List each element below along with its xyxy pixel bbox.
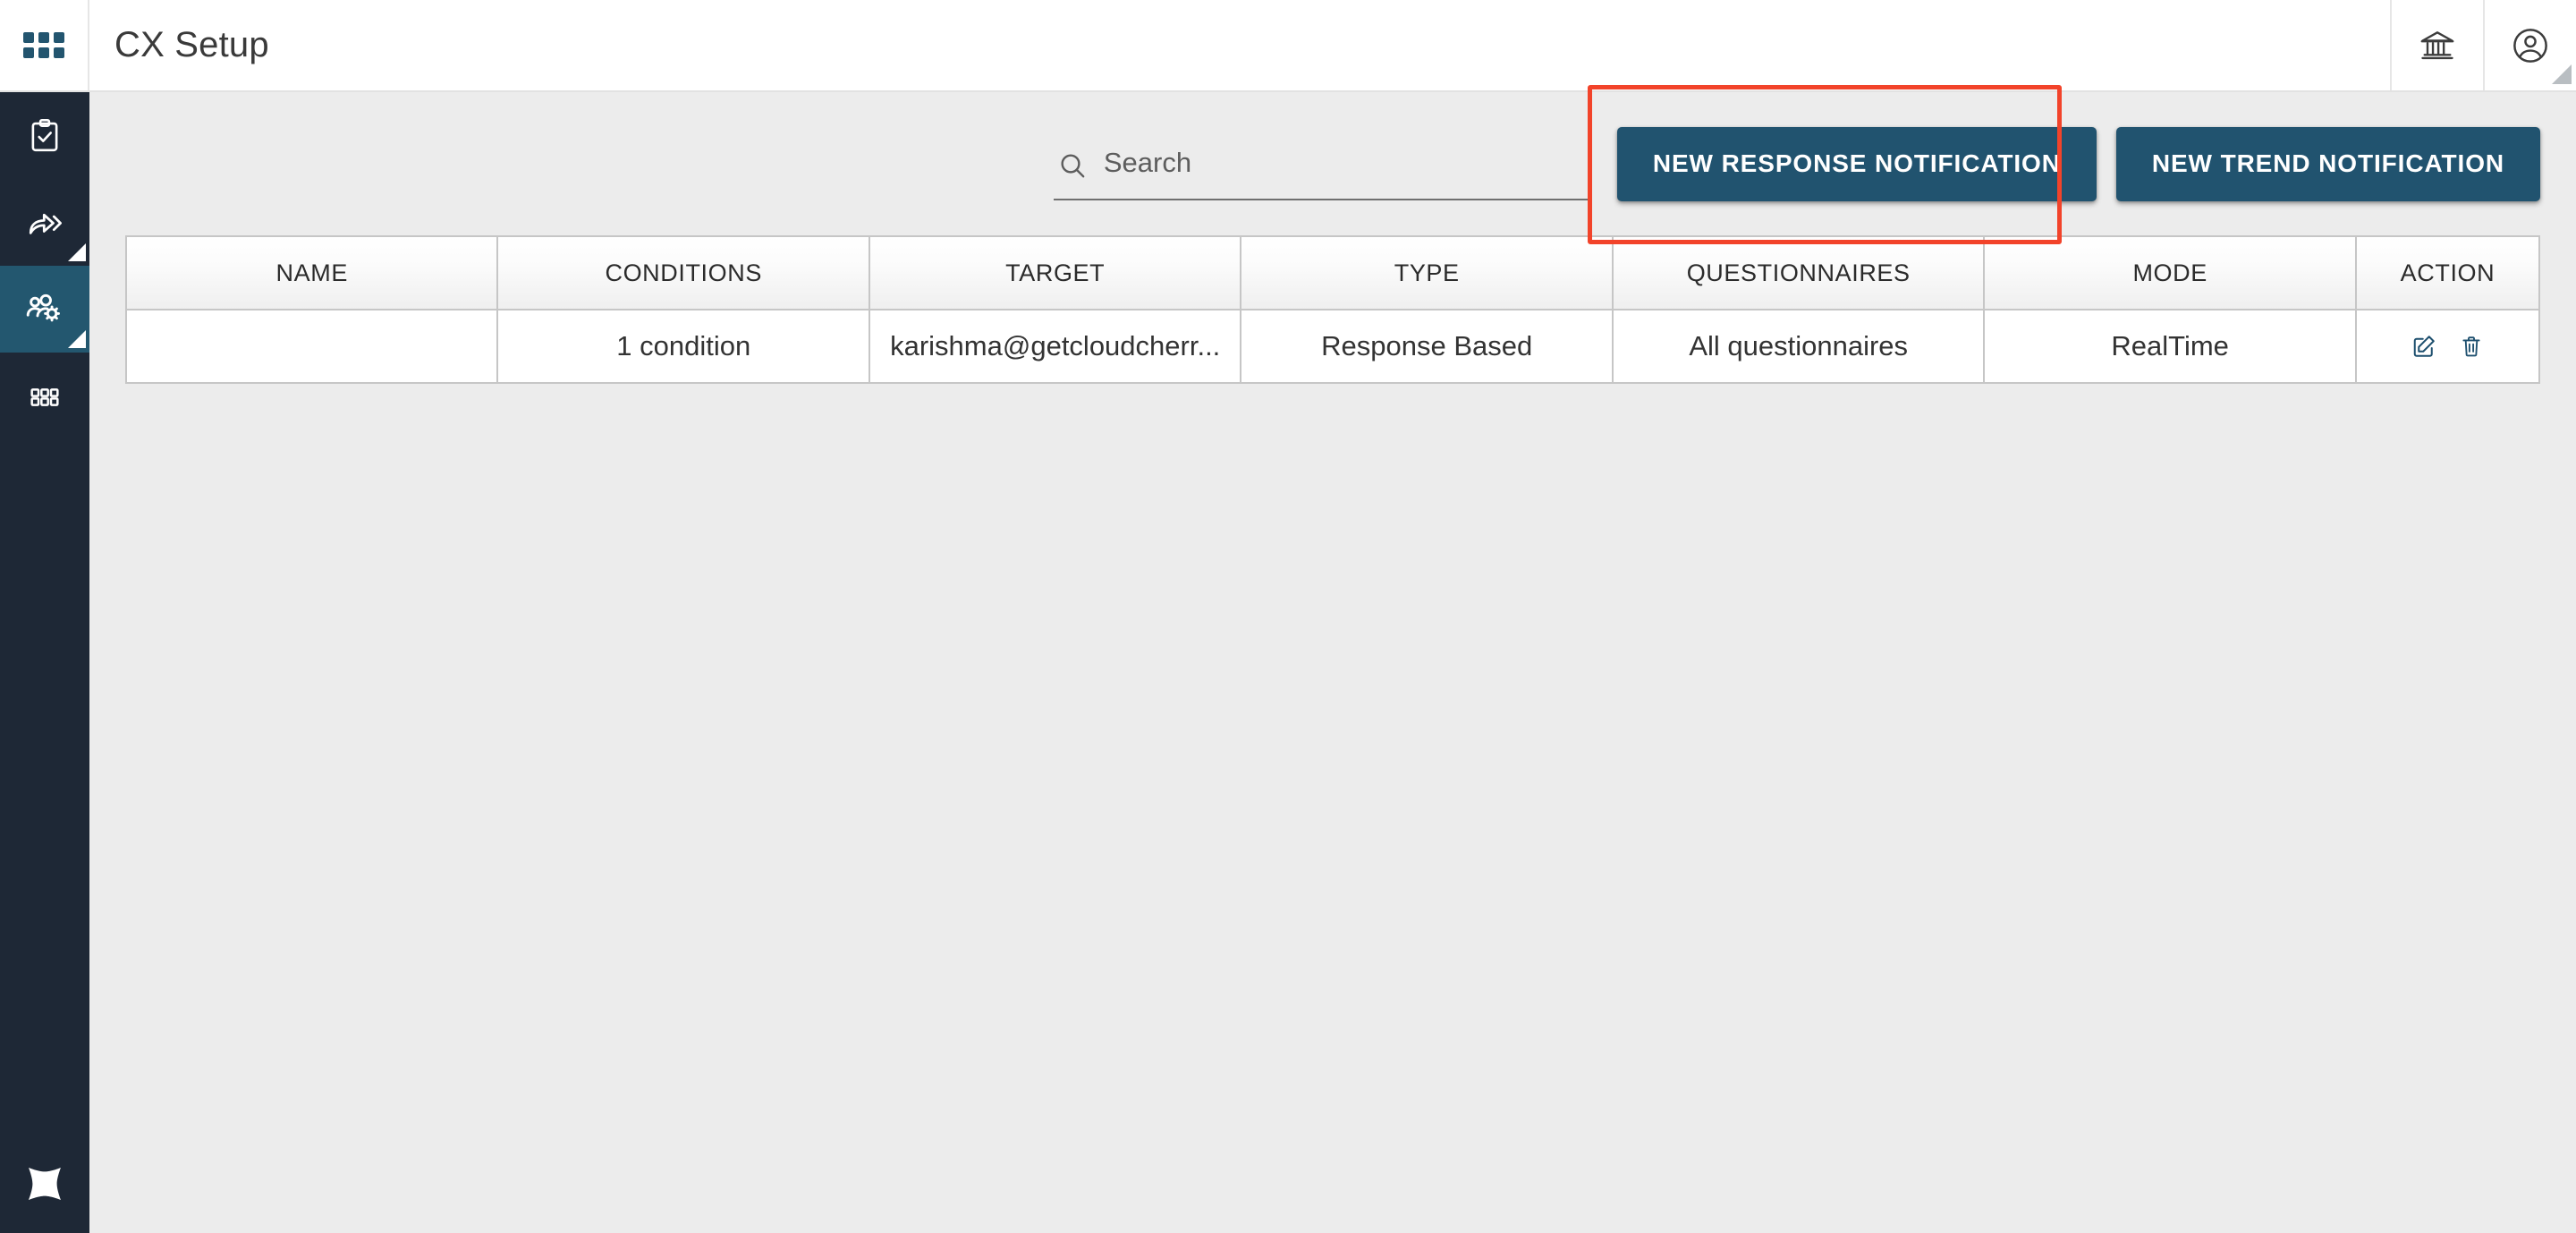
resize-corner-icon [2552, 64, 2572, 84]
toolbar: NEW RESPONSE NOTIFICATION NEW TREND NOTI… [89, 84, 2576, 244]
cell-name [124, 309, 499, 384]
apps-grid-icon [23, 32, 64, 58]
bank-icon [2420, 30, 2454, 59]
table-header-row: NAME CONDITIONS TARGET TYPE QUESTIONNAIR… [124, 235, 2541, 310]
organization-button[interactable] [2390, 0, 2483, 90]
account-circle-icon [2513, 28, 2547, 63]
dashboard-grid-icon [30, 387, 59, 406]
column-header-target[interactable]: TARGET [868, 235, 1242, 310]
share-forward-icon [29, 213, 62, 234]
new-response-notification-container: NEW RESPONSE NOTIFICATION [1587, 84, 2097, 244]
clipboard-check-icon [31, 118, 58, 151]
table-body: 1 condition karishma@getcloudcherr... Re… [124, 309, 2541, 384]
column-header-questionnaires[interactable]: QUESTIONNAIRES [1611, 235, 1986, 310]
column-header-action[interactable]: ACTION [2354, 235, 2541, 310]
table-head: NAME CONDITIONS TARGET TYPE QUESTIONNAIR… [124, 235, 2541, 310]
top-bar: CX Setup [0, 0, 2576, 92]
edit-row-button[interactable] [2411, 333, 2437, 360]
cell-mode: RealTime [1983, 309, 2357, 384]
search-container[interactable] [1053, 132, 1590, 200]
four-point-star-logo [29, 1168, 61, 1200]
cell-actions [2354, 309, 2541, 384]
sidebar-item-distribution[interactable] [0, 179, 89, 266]
cell-questionnaires: All questionnaires [1611, 309, 1986, 384]
delete-row-button[interactable] [2459, 334, 2484, 359]
column-header-conditions[interactable]: CONDITIONS [496, 235, 870, 310]
user-account-button[interactable] [2483, 0, 2576, 90]
page-title-container: CX Setup [89, 0, 2390, 90]
sidebar-corner-icon [68, 330, 86, 348]
column-header-type[interactable]: TYPE [1240, 235, 1614, 310]
sidebar-item-dashboards[interactable] [0, 353, 89, 439]
edit-icon [2414, 336, 2436, 357]
cell-conditions: 1 condition [496, 309, 870, 384]
apps-menu-button[interactable] [0, 0, 89, 90]
notifications-table: NAME CONDITIONS TARGET TYPE QUESTIONNAIR… [124, 235, 2541, 384]
search-icon [1054, 147, 1091, 184]
main-content: NEW RESPONSE NOTIFICATION NEW TREND NOTI… [89, 84, 2576, 1233]
cell-type: Response Based [1240, 309, 1614, 384]
cell-target: karishma@getcloudcherr... [868, 309, 1242, 384]
brand-logo-button[interactable] [0, 1135, 89, 1233]
sidebar-item-surveys[interactable] [0, 92, 89, 179]
notifications-table-container: NAME CONDITIONS TARGET TYPE QUESTIONNAIR… [89, 235, 2576, 384]
column-header-mode[interactable]: MODE [1983, 235, 2357, 310]
new-response-notification-button[interactable]: NEW RESPONSE NOTIFICATION [1616, 126, 2097, 201]
search-input[interactable] [1103, 147, 1590, 184]
app-root: CX Setup Search NEW RESPONSE NOTIFICATIO… [0, 0, 2576, 1233]
table-row[interactable]: 1 condition karishma@getcloudcherr... Re… [124, 309, 2541, 384]
top-bar-actions [2390, 0, 2576, 90]
users-gear-icon [26, 293, 60, 321]
sidebar-item-cx-setup[interactable] [0, 266, 89, 353]
page-title: CX Setup [114, 25, 269, 64]
sidebar-corner-icon [68, 243, 86, 261]
left-sidebar [0, 92, 89, 1233]
column-header-name[interactable]: NAME [124, 235, 499, 310]
new-trend-notification-button[interactable]: NEW TREND NOTIFICATION [2115, 126, 2540, 201]
trash-icon [2462, 336, 2481, 357]
